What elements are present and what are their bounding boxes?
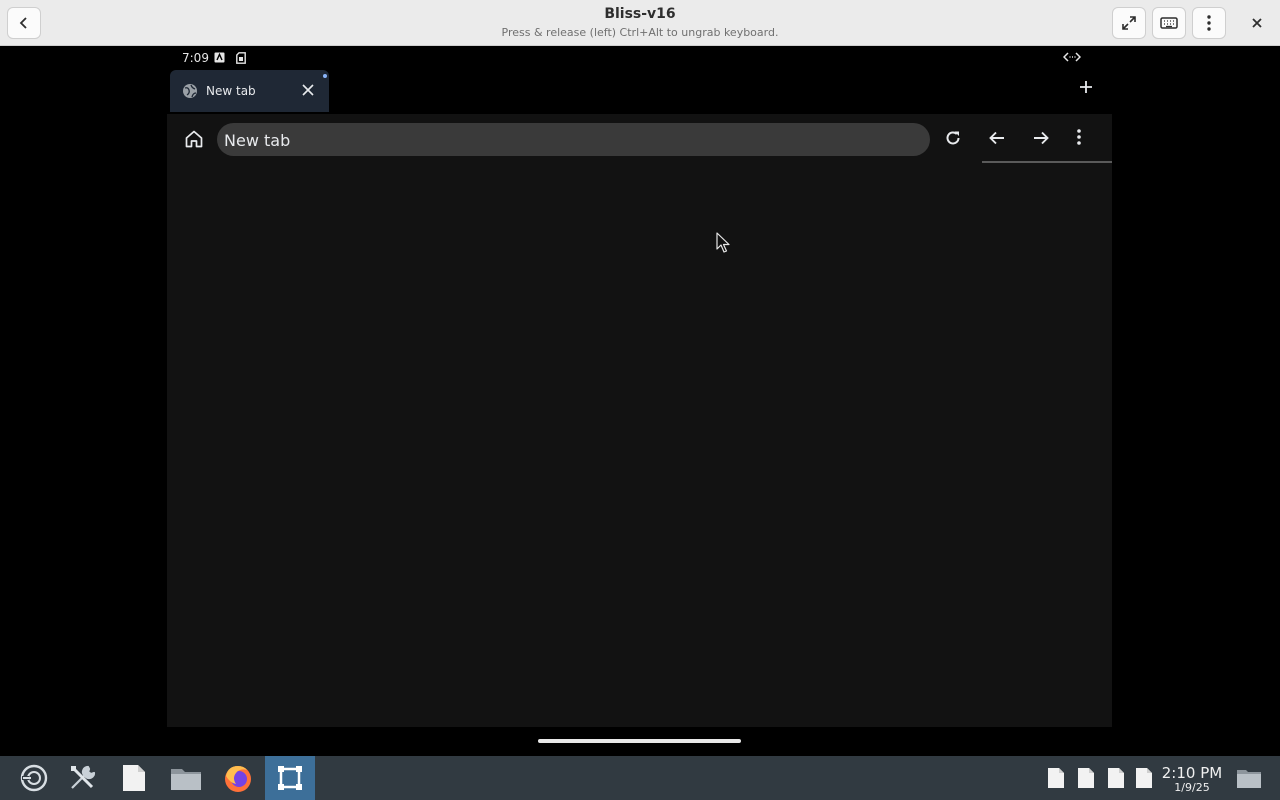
page-content[interactable] (167, 164, 1112, 727)
reload-icon[interactable] (944, 129, 962, 147)
home-icon[interactable] (184, 129, 204, 149)
taskbar-text-editor[interactable] (114, 756, 154, 800)
vm-window-icon (278, 766, 302, 790)
tools-icon (71, 765, 96, 789)
sim-card-icon (236, 52, 246, 64)
address-bar[interactable]: New tab (217, 123, 930, 156)
mouse-cursor-icon (716, 232, 730, 253)
taskbar-clock[interactable]: 2:10 PM 1/9/25 (1159, 764, 1225, 794)
taskbar-system-tools[interactable] (62, 756, 102, 800)
arrow-left-icon[interactable] (988, 129, 1006, 147)
tab-indicator-dot (323, 74, 327, 78)
taskbar: 2:10 PM 1/9/25 (0, 756, 1280, 800)
folder-icon (171, 769, 201, 790)
notification-icon (214, 52, 225, 63)
taskbar-firefox[interactable] (216, 756, 260, 800)
close-tab-icon[interactable] (301, 83, 315, 97)
browser-toolbar: New tab (167, 114, 1112, 164)
firefox-icon (225, 766, 251, 792)
toolbar-progress-line (982, 161, 1112, 163)
clock-time: 2:10 PM (1161, 764, 1223, 782)
keyboard-icon (1160, 17, 1178, 29)
window-titlebar: Bliss-v16 Press & release (left) Ctrl+Al… (0, 0, 1280, 46)
globe-icon (183, 84, 197, 98)
fullscreen-button[interactable] (1112, 7, 1146, 39)
tray-item-4[interactable] (1133, 756, 1155, 800)
tab-strip: New tab (167, 69, 1112, 114)
status-bar: 7:09 (167, 47, 1112, 69)
taskbar-virtual-machine-active[interactable] (265, 756, 315, 800)
document-icon (1108, 768, 1124, 788)
tray-item-1[interactable] (1045, 756, 1067, 800)
gesture-navigation-bar[interactable] (538, 739, 741, 743)
tray-item-2[interactable] (1075, 756, 1097, 800)
folder-icon (1237, 770, 1261, 788)
taskbar-file-manager[interactable] (164, 756, 208, 800)
keyboard-button[interactable] (1152, 7, 1186, 39)
close-icon (1252, 18, 1262, 28)
expand-icon (1122, 16, 1136, 30)
tray-item-3[interactable] (1105, 756, 1127, 800)
ethernet-icon (1063, 52, 1081, 62)
android-screen: 7:09 New tab New tab (167, 47, 1112, 754)
window-subtitle: Press & release (left) Ctrl+Alt to ungra… (501, 26, 779, 39)
tab-new-tab[interactable]: New tab (170, 70, 329, 112)
status-time: 7:09 (182, 51, 209, 65)
clock-date: 1/9/25 (1174, 781, 1210, 794)
kebab-menu-icon (1207, 15, 1211, 31)
document-icon (1136, 768, 1152, 788)
document-icon (1048, 768, 1064, 788)
new-tab-plus-icon[interactable] (1079, 80, 1093, 94)
document-icon (123, 765, 145, 791)
show-desktop-button[interactable] (1234, 756, 1264, 800)
more-options-button[interactable] (1192, 7, 1226, 39)
tab-label: New tab (206, 84, 256, 98)
kebab-menu-icon[interactable] (1077, 129, 1081, 145)
arrow-right-icon[interactable] (1032, 129, 1050, 147)
close-window-button[interactable] (1246, 12, 1268, 34)
launcher-icon (20, 764, 48, 792)
window-title: Bliss-v16 (604, 6, 676, 22)
taskbar-launcher-button[interactable] (14, 756, 54, 800)
document-icon (1078, 768, 1094, 788)
